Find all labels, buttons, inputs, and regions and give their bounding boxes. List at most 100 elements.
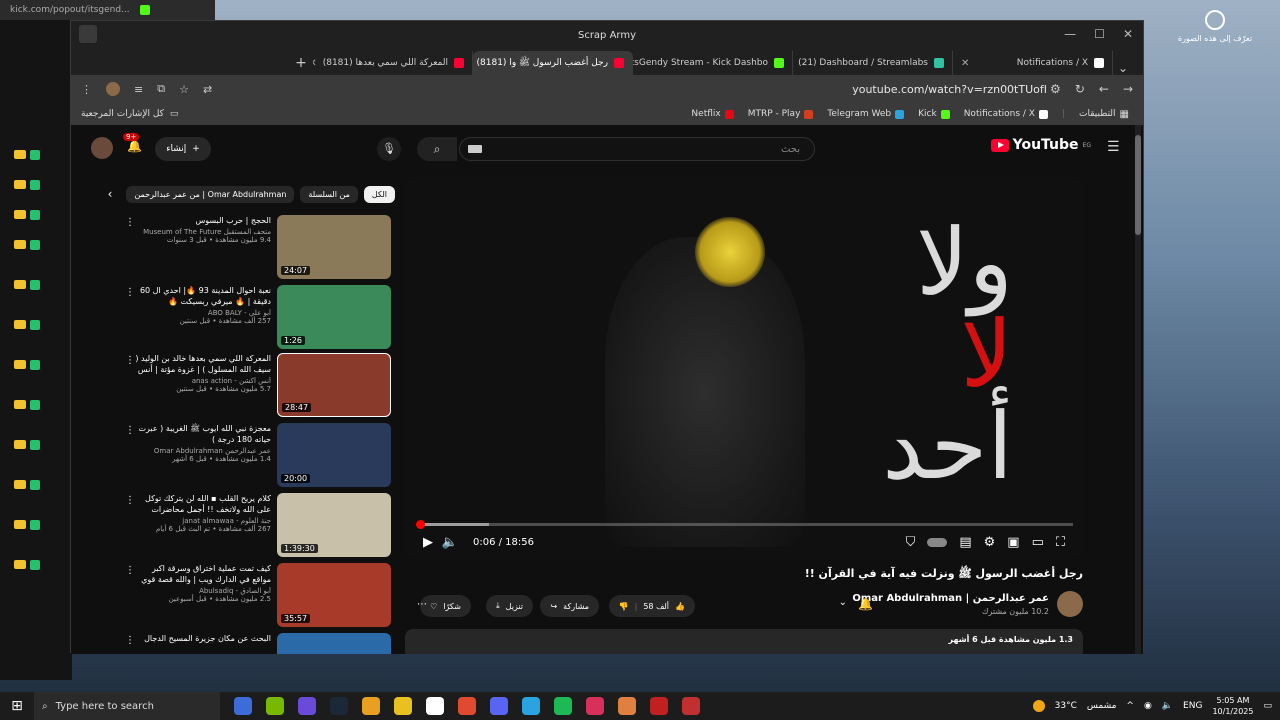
- channel-name[interactable]: أبو الصادق - Abulsadiq: [135, 587, 271, 595]
- share-button[interactable]: ↪ مشاركة: [540, 595, 599, 617]
- app-icon[interactable]: [682, 697, 700, 715]
- more-options-icon[interactable]: ⋮: [125, 355, 135, 366]
- chip-all[interactable]: الكل: [363, 185, 395, 203]
- list-item[interactable]: 20:00 معجزة نبي الله ايوب ﷺ الغريبة ( عب…: [125, 423, 391, 487]
- tab-x[interactable]: ✕ Notifications / X: [953, 51, 1113, 75]
- spotify-icon[interactable]: [554, 697, 572, 715]
- video-thumbnail[interactable]: 35:57: [277, 563, 391, 627]
- file-explorer-icon[interactable]: [362, 697, 380, 715]
- video-title[interactable]: كيف تمت عملية اختراق وسرقة اكبر مواقع في…: [135, 563, 271, 585]
- extensions-icon[interactable]: ⧉: [157, 82, 165, 96]
- task-view-icon[interactable]: [234, 697, 252, 715]
- search-input[interactable]: بحث: [459, 137, 815, 161]
- apps-shortcut[interactable]: التطبيقات ▦: [1079, 109, 1129, 120]
- url-input[interactable]: youtube.com/watch?v=rzn00tTUofI: [852, 83, 1047, 96]
- video-thumbnail[interactable]: 20:00: [277, 423, 391, 487]
- tab-youtube[interactable]: ✕ (8181) المعركة اللي سمي بعدها: [313, 51, 473, 75]
- progress-bar[interactable]: [415, 520, 1073, 529]
- fullscreen-icon[interactable]: ⛶: [1056, 535, 1065, 550]
- weather-icon[interactable]: [1032, 700, 1045, 712]
- more-options-icon[interactable]: ⋮: [125, 635, 135, 646]
- volume-icon[interactable]: 🔈: [439, 535, 461, 550]
- notifications-icon[interactable]: 🔔 9+: [123, 133, 142, 153]
- bookmark-telegram[interactable]: Telegram Web: [827, 109, 905, 119]
- chrome-icon[interactable]: [458, 697, 476, 715]
- theater-mode-icon[interactable]: ▭: [1032, 535, 1044, 550]
- bookmark-netflix[interactable]: Netflix: [691, 109, 734, 119]
- obs-icon[interactable]: [426, 697, 444, 715]
- tab-kick[interactable]: ✕ itsGendy Stream - Kick Dashbo: [633, 51, 793, 75]
- bookmark-kick[interactable]: Kick: [918, 109, 950, 119]
- hamburger-menu-icon[interactable]: ☰: [1107, 139, 1121, 155]
- taskbar-search[interactable]: ⌕ Type here to search: [34, 692, 220, 720]
- network-icon[interactable]: ◉: [1144, 701, 1152, 711]
- more-actions-icon[interactable]: ⋯: [417, 599, 427, 610]
- reload-icon[interactable]: ↻: [1075, 82, 1085, 96]
- more-options-icon[interactable]: ⋮: [125, 495, 135, 506]
- video-thumbnail[interactable]: [277, 633, 391, 654]
- scrollbar-thumb[interactable]: [1135, 135, 1141, 235]
- video-thumbnail[interactable]: 1:26: [277, 285, 391, 349]
- windows-start-icon[interactable]: ⊞: [0, 698, 34, 714]
- channel-name[interactable]: عمر عبدالرحمن Omar Abdulrahman: [135, 447, 271, 455]
- bookmark-x[interactable]: Notifications / X: [964, 109, 1048, 119]
- shield-icon[interactable]: ⛉: [906, 535, 916, 550]
- search-icon[interactable]: ⌕: [417, 137, 457, 161]
- subscribe-bell-icon[interactable]: 🔔: [858, 597, 873, 611]
- site-settings-icon[interactable]: ⚙: [1050, 82, 1061, 96]
- profile-avatar[interactable]: [106, 82, 120, 96]
- video-title[interactable]: البحث عن مكان جزيرة المسيح الدجال: [135, 633, 271, 644]
- app-icon[interactable]: [650, 697, 668, 715]
- like-dislike-button[interactable]: 👎 | 58 ألف 👍: [608, 595, 695, 617]
- forward-icon[interactable]: ←: [1099, 82, 1109, 96]
- play-icon[interactable]: ▶: [417, 535, 439, 550]
- app-icon[interactable]: [618, 697, 636, 715]
- new-tab-button[interactable]: +: [289, 51, 313, 75]
- tab-close-icon[interactable]: ✕: [313, 58, 317, 69]
- scrubber-handle[interactable]: [415, 520, 425, 529]
- calculator-icon[interactable]: [298, 697, 316, 715]
- list-item[interactable]: البحث عن مكان جزيرة المسيح الدجال ⋮: [125, 633, 391, 654]
- channel-name[interactable]: جنة العلوم - janat almawaa: [135, 517, 271, 525]
- pen-icon[interactable]: [394, 697, 412, 715]
- discord-icon[interactable]: [490, 697, 508, 715]
- video-title[interactable]: نعبة احوال المدينة 93 🔥| احدي ال 60 دقيق…: [135, 285, 271, 307]
- more-options-icon[interactable]: ⋮: [125, 565, 135, 576]
- account-avatar[interactable]: [91, 137, 113, 159]
- video-title[interactable]: المعركة اللي سمي بعدها خالد بن الوليد ( …: [135, 353, 271, 375]
- list-item[interactable]: 1:26 نعبة احوال المدينة 93 🔥| احدي ال 60…: [125, 285, 391, 349]
- capcut-icon[interactable]: [522, 697, 540, 715]
- bookmark-mtrp[interactable]: MTRP - Play: [748, 109, 814, 119]
- autoplay-toggle[interactable]: [927, 537, 948, 547]
- language[interactable]: ENG: [1183, 701, 1202, 711]
- profile-icon[interactable]: [79, 25, 97, 43]
- tab-streamlabs[interactable]: ✕ (21) Dashboard / Streamlabs: [793, 51, 953, 75]
- settings-icon[interactable]: ⚙: [984, 535, 996, 550]
- description-box[interactable]: 1.3 مليون مشاهدة قبل 6 أشهر: [405, 629, 1083, 654]
- keyboard-icon[interactable]: [468, 145, 482, 153]
- list-item[interactable]: 24:07 الحجج | حرب البسوس متحف المستقبل Mu…: [125, 215, 391, 279]
- translate-icon[interactable]: ⇄: [203, 83, 212, 96]
- tab-close-icon[interactable]: ✕: [961, 58, 969, 69]
- video-thumbnail[interactable]: 24:07: [277, 215, 391, 279]
- youtube-logo[interactable]: YouTube EG: [990, 137, 1091, 153]
- dislike-icon[interactable]: 👎: [619, 602, 629, 611]
- bookmark-star-icon[interactable]: ☆: [179, 83, 189, 96]
- video-thumbnail[interactable]: 1:39:30: [277, 493, 391, 557]
- steam-icon[interactable]: [330, 697, 348, 715]
- chevron-left-icon[interactable]: ‹: [108, 187, 113, 201]
- list-item[interactable]: 28:47 المعركة اللي سمي بعدها خالد بن الو…: [125, 353, 391, 417]
- miniplayer-icon[interactable]: ▣: [1007, 535, 1019, 550]
- channel-name[interactable]: أبو علي - ABO BALY: [135, 309, 271, 317]
- channel-avatar[interactable]: [1057, 591, 1083, 617]
- download-button[interactable]: ⤓ تنزيل: [486, 595, 533, 617]
- tab-youtube-active[interactable]: ✕ (8181) رجل أغضب الرسول ﷺ وا: [473, 51, 633, 75]
- menu-dots-icon[interactable]: ⋮: [81, 83, 92, 96]
- desktop-spotlight[interactable]: تعرّف إلى هذه الصورة: [1150, 10, 1280, 100]
- video-thumbnail[interactable]: 28:47: [277, 353, 391, 417]
- captions-icon[interactable]: ▤: [959, 535, 971, 550]
- maximize-icon[interactable]: ☐: [1094, 27, 1105, 41]
- channel-name[interactable]: متحف المستقبل Museum of The Future: [135, 228, 271, 236]
- video-title[interactable]: الحجج | حرب البسوس: [135, 215, 271, 226]
- list-item[interactable]: 1:39:30 كلام يريح القلب ▪ الله لن يتركك …: [125, 493, 391, 557]
